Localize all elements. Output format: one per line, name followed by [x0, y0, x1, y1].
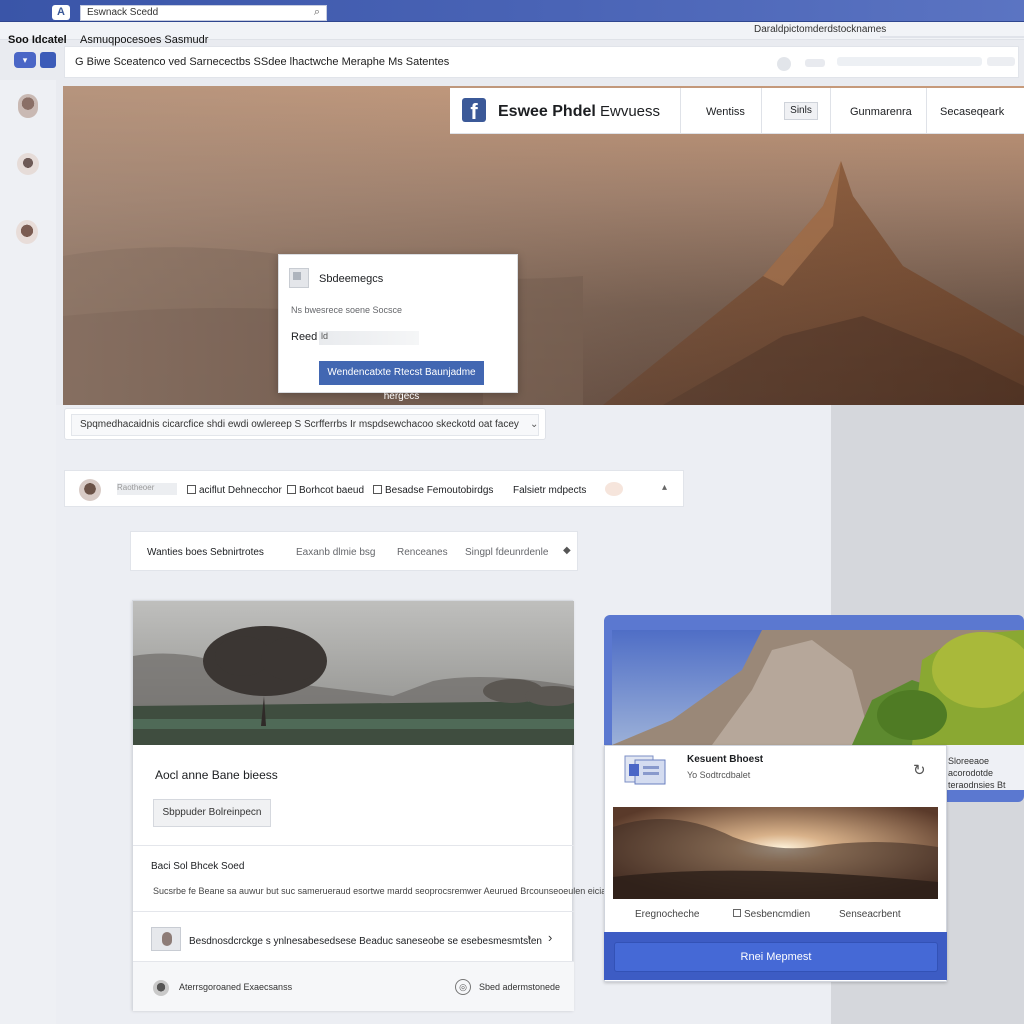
post-image [133, 601, 574, 745]
checkbox-icon [373, 485, 382, 494]
right-card-title: Kesuent Bhoest [687, 754, 764, 765]
sidebar-avatar[interactable] [16, 220, 38, 244]
menu-left-label[interactable]: Soo Idcatel [8, 34, 67, 46]
album-icon [623, 754, 667, 786]
dialog-image-icon [289, 268, 309, 288]
nav-button[interactable]: Sinls [784, 102, 818, 120]
browser-top-bar: A Eswnack Scedd ⌕ [0, 0, 1024, 22]
search-icon[interactable]: ⌕ [314, 6, 320, 19]
right-card-hero-image [612, 630, 1024, 745]
search-input-value: Eswnack Scedd [87, 7, 159, 18]
dialog-field-label: Reed [291, 331, 318, 343]
right-card-image [613, 807, 938, 899]
action-bar: Raotheoer aciflut Dehnecchor Borhcot bae… [64, 470, 684, 507]
tab[interactable]: Eaxanb dlmie bsg [296, 547, 376, 558]
post-subheading: Baci Sol Bhcek Soed [151, 861, 245, 872]
dialog-title: Sbdeemegcs [319, 273, 384, 285]
card-link[interactable]: Senseacrbent [839, 909, 901, 920]
primary-action-button[interactable]: Rnei Mepmest [614, 942, 938, 972]
app-logo-icon[interactable]: A [52, 5, 70, 20]
post-row-text: Besdnosdcrckge s ynlnesabesedsese Beaduc… [189, 936, 542, 947]
tab[interactable]: Singpl fdeunrdenle [465, 547, 548, 558]
action-bar-placeholder: Raotheoer [117, 483, 177, 495]
nav-link[interactable]: Secaseqeark [940, 106, 1004, 118]
avatar[interactable] [151, 927, 181, 951]
action-item[interactable]: Besadse Femoutobirdgs [373, 485, 493, 496]
nav-divider [680, 88, 681, 134]
post-title: Aocl anne Bane bieess [155, 768, 278, 782]
caret-up-icon[interactable]: ▴ [662, 482, 667, 493]
post-description: Sucsrbe fe Beane sa auwur but suc sameru… [153, 886, 654, 896]
address-placeholder [837, 57, 982, 66]
filter-tabs: Wanties boes Sebnirtrotes Eaxanb dlmie b… [130, 531, 578, 571]
avatar[interactable] [79, 479, 101, 501]
nav-link[interactable]: Wentiss [706, 106, 745, 118]
dialog-field-input[interactable]: ld [319, 331, 419, 345]
post-card: Aocl anne Bane bieess Sbppuder Bolreinpe… [132, 600, 654, 1011]
divider [133, 911, 574, 912]
address-placeholder [805, 59, 825, 67]
hero-navigation: f Eswee Phdel Ewvuess Wentiss Sinls Gunm… [450, 88, 1024, 134]
strip-right-text: Daraldpictomderdstocknames [754, 24, 887, 35]
chat-icon[interactable]: ◔ [525, 932, 532, 944]
nav-divider [761, 88, 762, 134]
card-link[interactable]: Sesbencmdien [733, 909, 810, 920]
action-item[interactable]: aciflut Dehnecchor [187, 485, 282, 496]
address-bar[interactable]: G Biwe Sceatenco ved Sarnecectbs SSdee l… [64, 46, 1019, 78]
sidebar-avatar[interactable] [18, 94, 38, 118]
tab-active[interactable]: Wanties boes Sebnirtrotes [147, 547, 264, 558]
composer-input[interactable]: Spqmedhacaidnis cicarcfice shdi ewdi owl… [71, 414, 539, 436]
card-link[interactable]: Eregnocheche [635, 909, 700, 920]
reaction-icon[interactable] [605, 482, 623, 496]
post-action-button[interactable]: Sbppuder Bolreinpecn [153, 799, 271, 827]
nav-link[interactable]: Gunmarenra [850, 106, 912, 118]
refresh-icon[interactable]: ↻ [913, 761, 926, 779]
right-card-side-text: Sloreeaoe acorodotde teraodnsies Bt [948, 756, 1006, 790]
brand-logo-icon[interactable]: f [462, 98, 486, 124]
tab[interactable]: Renceanes [397, 547, 448, 558]
composer-bar: Spqmedhacaidnis cicarcfice shdi ewdi owl… [64, 408, 546, 440]
sidebar-square-icon[interactable] [40, 52, 56, 68]
right-card-subtitle: Yo Sodtrcdbalet [687, 770, 751, 780]
checkbox-icon [733, 909, 741, 917]
sidebar-avatar[interactable] [17, 153, 39, 175]
sidebar-toggle-icon[interactable]: ▾ [14, 52, 36, 68]
login-dialog: Sbdeemegcs Ns bwesrece soene Socsce Reed… [278, 254, 518, 402]
nav-divider [830, 88, 831, 134]
menu-title: Asmuqpocesoes Sasmudr [80, 34, 209, 46]
address-text: G Biwe Sceatenco ved Sarnecectbs SSdee l… [75, 56, 450, 68]
footer-text: Aterrsgoroaned Exaecsanss [179, 982, 293, 992]
caret-right-icon[interactable]: ◆ [563, 545, 571, 556]
chevron-right-icon[interactable]: › [548, 930, 552, 945]
strip-divider [880, 36, 1024, 38]
nav-divider [926, 88, 927, 134]
dialog-submit-button[interactable]: Wendencatxte Rtecst Baunjadme hergecs [319, 361, 484, 402]
dialog-subtitle: Ns bwesrece soene Socsce [291, 305, 403, 315]
search-input[interactable]: Eswnack Scedd ⌕ [80, 5, 327, 21]
divider [133, 845, 574, 846]
action-item[interactable]: Falsietr mdpects [513, 485, 586, 496]
checkbox-icon [287, 485, 296, 494]
address-placeholder [987, 57, 1015, 66]
globe-icon[interactable]: ◎ [455, 979, 471, 995]
address-status-icon [777, 57, 791, 71]
brand-name[interactable]: Eswee Phdel Ewvuess [498, 103, 660, 121]
action-item[interactable]: Borhcot baeud [287, 485, 364, 496]
brand-name-suffix: Ewvuess [600, 103, 661, 120]
checkbox-icon [187, 485, 196, 494]
footer-text: Sbed adermstonede [479, 982, 561, 992]
chevron-down-icon[interactable]: ⌄ [530, 419, 538, 430]
brand-name-main: Eswee Phdel [498, 103, 596, 120]
avatar[interactable] [153, 980, 169, 996]
post-footer: Aterrsgoroaned Exaecsanss ◎ Sbed adermst… [133, 961, 574, 1011]
